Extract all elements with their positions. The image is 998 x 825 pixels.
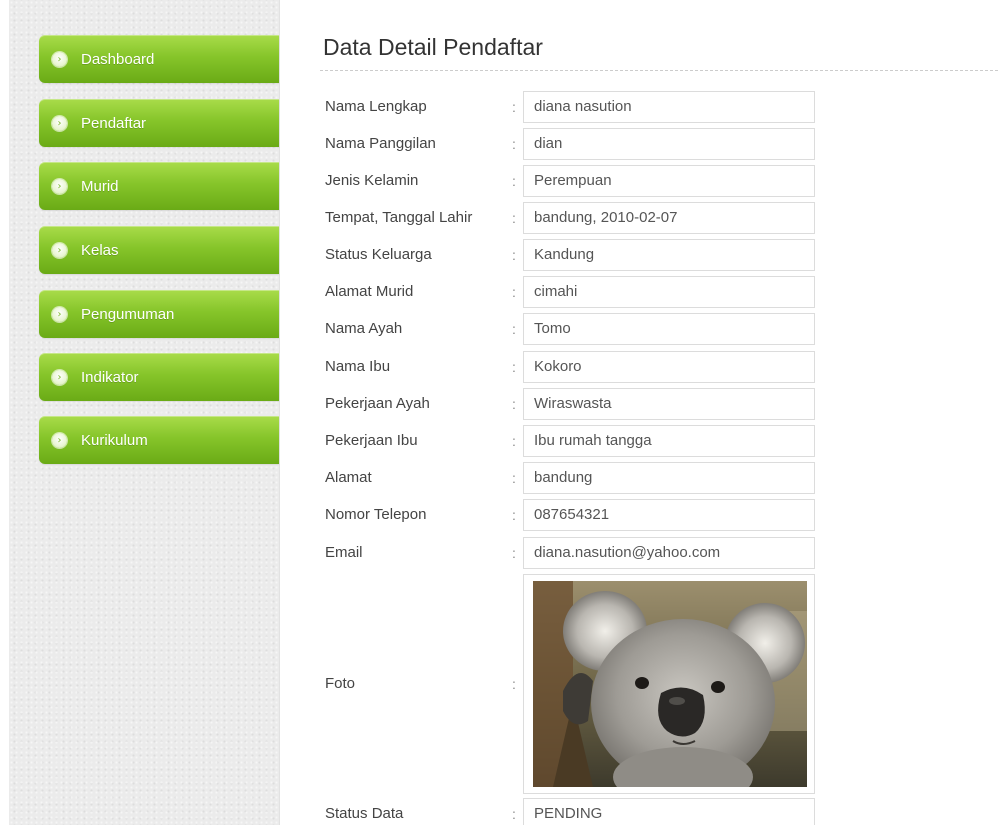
field-label: Nama Ayah	[325, 320, 403, 337]
field-value: Perempuan	[523, 165, 815, 197]
field-value: diana.nasution@yahoo.com	[523, 537, 815, 569]
field-value: bandung	[523, 462, 815, 494]
sidebar-item-label: Kurikulum	[81, 431, 148, 449]
field-separator: :	[512, 676, 516, 692]
field-label: Nama Ibu	[325, 358, 391, 375]
field-value: dian	[523, 128, 815, 160]
field-label: Nama Panggilan	[325, 135, 436, 152]
sidebar-item-label: Dashboard	[81, 50, 155, 68]
field-label: Email	[325, 544, 363, 561]
field-separator: :	[512, 247, 516, 263]
chevron-right-icon: ›	[52, 306, 67, 322]
title-divider	[320, 70, 998, 71]
field-separator: :	[512, 545, 516, 561]
page-title: Data Detail Pendaftar	[323, 34, 543, 60]
field-value: Kokoro	[523, 351, 815, 383]
field-separator: :	[512, 321, 516, 337]
chevron-right-icon: ›	[52, 51, 67, 67]
field-separator: :	[512, 210, 516, 226]
field-value: Kandung	[523, 239, 815, 271]
chevron-right-icon: ›	[52, 115, 67, 131]
field-label: Pekerjaan Ayah	[325, 395, 430, 412]
sidebar-item-kurikulum[interactable]: › Kurikulum	[39, 416, 279, 464]
field-separator: :	[512, 359, 516, 375]
sidebar-item-label: Pendaftar	[81, 114, 147, 132]
field-value: bandung, 2010-02-07	[523, 202, 815, 234]
field-label: Pekerjaan Ibu	[325, 432, 418, 449]
field-value: diana nasution	[523, 91, 815, 123]
field-separator: :	[512, 173, 516, 189]
field-label: Status Data	[325, 805, 404, 822]
sidebar-item-label: Pengumuman	[81, 305, 175, 323]
field-label: Status Keluarga	[325, 246, 432, 263]
field-value: Tomo	[523, 313, 815, 345]
sidebar-item-label: Murid	[81, 177, 119, 195]
chevron-right-icon: ›	[52, 369, 67, 385]
sidebar-item-label: Kelas	[81, 241, 119, 259]
chevron-right-icon: ›	[52, 242, 67, 258]
field-label: Alamat Murid	[325, 283, 414, 300]
field-label: Nomor Telepon	[325, 506, 427, 523]
field-label: Tempat, Tanggal Lahir	[325, 209, 473, 226]
student-photo	[533, 581, 807, 787]
field-value: Ibu rumah tangga	[523, 425, 815, 457]
main-content: Data Detail Pendaftar Nama Lengkap : dia…	[320, 0, 998, 825]
chevron-right-icon: ›	[52, 432, 67, 448]
field-separator: :	[512, 99, 516, 115]
sidebar-item-pengumuman[interactable]: › Pengumuman	[39, 290, 279, 338]
field-separator: :	[512, 507, 516, 523]
field-separator: :	[512, 806, 516, 822]
field-separator: :	[512, 284, 516, 300]
field-separator: :	[512, 433, 516, 449]
field-value: 087654321	[523, 499, 815, 531]
field-separator: :	[512, 470, 516, 486]
photo-frame	[523, 574, 815, 794]
sidebar-item-dashboard[interactable]: › Dashboard	[39, 35, 279, 83]
sidebar-item-murid[interactable]: › Murid	[39, 162, 279, 210]
status-badge: PENDING	[523, 798, 815, 825]
page: › Dashboard › Pendaftar › Murid › Kelas …	[0, 0, 998, 825]
field-label: Jenis Kelamin	[325, 172, 419, 189]
sidebar-item-indikator[interactable]: › Indikator	[39, 353, 279, 401]
field-label: Nama Lengkap	[325, 98, 427, 115]
sidebar-item-pendaftar[interactable]: › Pendaftar	[39, 99, 279, 147]
sidebar: › Dashboard › Pendaftar › Murid › Kelas …	[9, 0, 280, 825]
field-label: Foto	[325, 675, 356, 692]
field-value: Wiraswasta	[523, 388, 815, 420]
field-separator: :	[512, 136, 516, 152]
sidebar-item-kelas[interactable]: › Kelas	[39, 226, 279, 274]
field-separator: :	[512, 396, 516, 412]
sidebar-item-label: Indikator	[81, 368, 139, 386]
field-value: cimahi	[523, 276, 815, 308]
chevron-right-icon: ›	[52, 178, 67, 194]
field-label: Alamat	[325, 469, 372, 486]
